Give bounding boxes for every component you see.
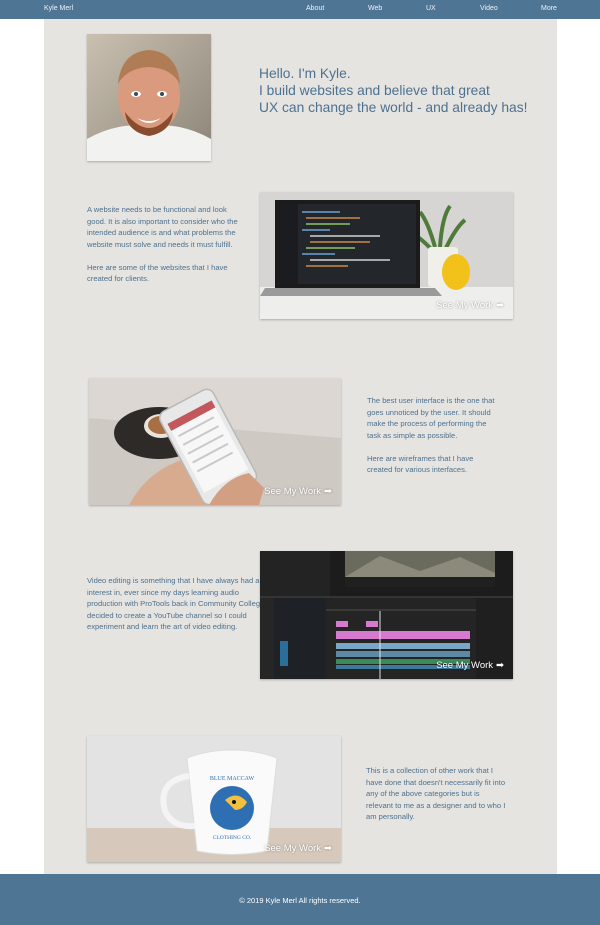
more-see-my-work-link[interactable]: See My Work ➡ — [264, 843, 332, 854]
hero-line-1: Hello. I'm Kyle. — [259, 66, 351, 81]
top-nav-bar: Kyle Merl About Web UX Video More — [0, 0, 600, 19]
arrow-right-icon: ➡ — [324, 486, 332, 497]
web-work-card[interactable]: See My Work ➡ — [260, 192, 513, 319]
ux-paragraph-2: Here are wireframes that I have created … — [367, 453, 474, 475]
ux-see-my-work-link[interactable]: See My Work ➡ — [264, 486, 332, 497]
web-see-my-work-label: See My Work — [436, 300, 494, 311]
video-see-my-work-link[interactable]: See My Work ➡ — [436, 660, 504, 671]
arrow-right-icon: ➡ — [496, 660, 504, 671]
footer: © 2019 Kyle Merl All rights reserved. — [0, 874, 600, 925]
ux-description: The best user interface is the one that … — [367, 395, 497, 476]
web-paragraph-1: A website needs to be functional and loo… — [87, 205, 238, 249]
video-work-card[interactable]: See My Work ➡ — [260, 551, 513, 679]
more-see-my-work-label: See My Work — [264, 843, 322, 854]
ux-see-my-work-label: See My Work — [264, 486, 322, 497]
nav-item-web[interactable]: Web — [368, 5, 382, 12]
web-description: A website needs to be functional and loo… — [87, 204, 247, 285]
nav-item-video[interactable]: Video — [480, 5, 498, 12]
arrow-right-icon: ➡ — [496, 300, 504, 311]
video-paragraph-1: Video editing is something that I have a… — [87, 576, 271, 631]
hero-heading: Hello. I'm Kyle. I build websites and be… — [259, 65, 559, 116]
more-paragraph-1: This is a collection of other work that … — [366, 766, 506, 821]
more-work-card[interactable]: BLUE MACCAW CLOTHING CO. See My Work ➡ — [87, 736, 341, 862]
nav-item-ux[interactable]: UX — [426, 5, 436, 12]
mug-brand-top: BLUE MACCAW — [210, 776, 255, 782]
footer-copyright: © 2019 Kyle Merl All rights reserved. — [239, 896, 361, 905]
ux-work-card[interactable]: See My Work ➡ — [89, 378, 341, 505]
hero-line-3: UX can change the world - and already ha… — [259, 100, 528, 115]
brand-link[interactable]: Kyle Merl — [44, 5, 73, 12]
portrait-photo — [87, 34, 211, 161]
more-description: This is a collection of other work that … — [366, 765, 506, 823]
web-see-my-work-link[interactable]: See My Work ➡ — [436, 300, 504, 311]
video-description: Video editing is something that I have a… — [87, 575, 271, 633]
hero-line-2: I build websites and believe that great — [259, 83, 490, 98]
nav-item-more[interactable]: More — [541, 5, 557, 12]
nav-item-about[interactable]: About — [306, 5, 324, 12]
ux-paragraph-1: The best user interface is the one that … — [367, 396, 495, 440]
arrow-right-icon: ➡ — [324, 843, 332, 854]
mug-brand-bottom: CLOTHING CO. — [213, 835, 252, 841]
video-see-my-work-label: See My Work — [436, 660, 494, 671]
web-paragraph-2: Here are some of the websites that I hav… — [87, 262, 228, 284]
